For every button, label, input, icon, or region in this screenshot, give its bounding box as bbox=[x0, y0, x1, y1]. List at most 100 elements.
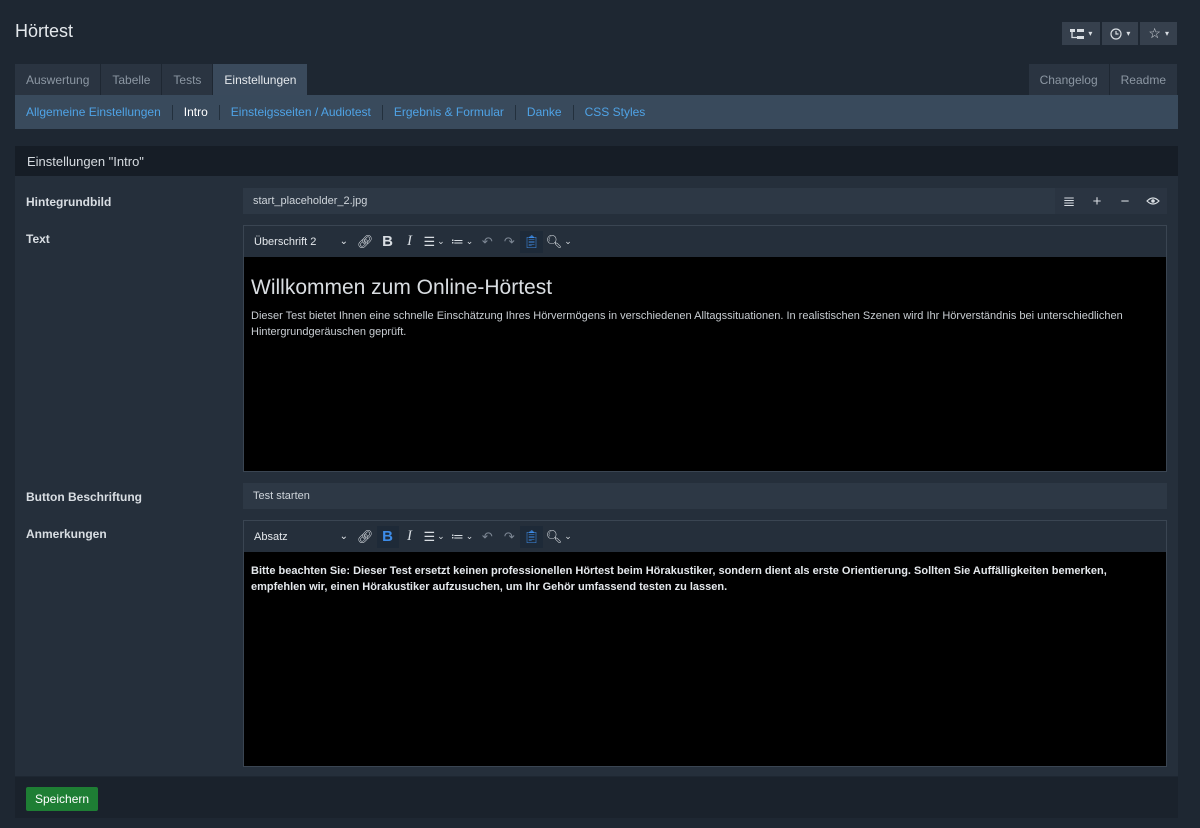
chevron-down-icon: ⌄ bbox=[437, 236, 445, 246]
sitemap-icon bbox=[1070, 28, 1085, 39]
format-select[interactable]: Überschrift 2 ⌄ bbox=[254, 236, 354, 248]
numbered-list-button[interactable]: ≔ ⌄ bbox=[448, 526, 477, 548]
chevron-down-icon: ▾ bbox=[1164, 29, 1169, 38]
tab-tests[interactable]: Tests bbox=[162, 64, 214, 95]
find-replace-button[interactable]: 🔍︎ ⌄ bbox=[543, 231, 575, 253]
tab-readme[interactable]: Readme bbox=[1109, 64, 1178, 95]
undo-button[interactable]: ↶ bbox=[476, 231, 498, 253]
add-image-button[interactable]: + bbox=[1083, 188, 1111, 214]
find-replace-button[interactable]: 🔍︎ ⌄ bbox=[543, 526, 575, 548]
undo-icon: ↶ bbox=[481, 528, 493, 544]
chevron-down-icon: ⌄ bbox=[465, 236, 474, 246]
italic-button[interactable]: I bbox=[399, 231, 421, 253]
tab-auswertung[interactable]: Auswertung bbox=[15, 64, 102, 95]
bold-icon: B bbox=[382, 233, 393, 250]
bullet-list-button[interactable]: ☰ ⌄ bbox=[421, 231, 448, 253]
tab-einstellungen[interactable]: Einstellungen bbox=[213, 64, 309, 95]
redo-icon: ↷ bbox=[503, 233, 515, 249]
link-button[interactable]: 🔗︎ bbox=[354, 231, 377, 253]
notes-paragraph: Bitte beachten Sie: Dieser Test ersetzt … bbox=[251, 565, 1107, 593]
preview-image-button[interactable] bbox=[1139, 188, 1167, 214]
link-icon: 🔗︎ bbox=[357, 528, 374, 544]
button-label-input[interactable]: Test starten bbox=[243, 483, 1167, 509]
text-editor-content[interactable]: Willkommen zum Online-Hörtest Dieser Tes… bbox=[244, 257, 1166, 471]
subnav-divider bbox=[514, 104, 516, 120]
subnav-allgemeine-einstellungen[interactable]: Allgemeine Einstellungen bbox=[21, 105, 166, 119]
subnav-css-styles[interactable]: CSS Styles bbox=[580, 105, 651, 119]
bullet-list-icon: ☰ bbox=[423, 233, 436, 249]
notes-editor-toolbar: Absatz ⌄ 🔗︎ B I ☰ ⌄ ≔ ⌄ ↶ ↷ 📋︎ 🔍︎ ⌄ bbox=[244, 521, 1166, 552]
clock-icon bbox=[1110, 27, 1123, 40]
subnav-einsteigsseiten[interactable]: Einsteigsseiten / Audiotest bbox=[226, 105, 376, 119]
bold-icon: B bbox=[382, 528, 393, 545]
bold-button[interactable]: B bbox=[377, 231, 399, 253]
list-button[interactable]: ≣ bbox=[1055, 188, 1083, 214]
italic-icon: I bbox=[407, 233, 413, 249]
image-actions: ≣ + − bbox=[1055, 188, 1167, 214]
bullet-list-icon: ☰ bbox=[423, 528, 436, 544]
redo-button[interactable]: ↷ bbox=[498, 231, 520, 253]
panel-title: Einstellungen "Intro" bbox=[15, 146, 1178, 176]
numbered-list-button[interactable]: ≔ ⌄ bbox=[448, 231, 477, 253]
subnav-divider bbox=[171, 104, 173, 120]
plus-icon: + bbox=[1092, 192, 1102, 210]
panel-footer bbox=[15, 777, 1178, 818]
remove-image-button[interactable]: − bbox=[1111, 188, 1139, 214]
clipboard-icon: 📋︎ bbox=[523, 233, 540, 249]
redo-icon: ↷ bbox=[503, 528, 515, 544]
bullet-list-button[interactable]: ☰ ⌄ bbox=[421, 526, 448, 548]
chevron-down-icon: ⌄ bbox=[564, 531, 572, 541]
star-icon: ☆ bbox=[1148, 25, 1161, 41]
subnav-ergebnis-formular[interactable]: Ergebnis & Formular bbox=[389, 105, 509, 119]
tab-changelog[interactable]: Changelog bbox=[1028, 64, 1110, 95]
subnav-danke[interactable]: Danke bbox=[522, 105, 567, 119]
clipboard-icon: 📋︎ bbox=[523, 528, 540, 544]
numbered-list-icon: ≔ bbox=[450, 233, 464, 249]
page-title: Hörtest bbox=[15, 21, 74, 41]
background-image-field[interactable]: start_placeholder_2.jpg ≣ + − bbox=[243, 188, 1167, 214]
notes-editor: Absatz ⌄ 🔗︎ B I ☰ ⌄ ≔ ⌄ ↶ ↷ 📋︎ 🔍︎ ⌄ Bitte b… bbox=[243, 520, 1167, 767]
format-select[interactable]: Absatz ⌄ bbox=[254, 531, 354, 543]
eye-icon bbox=[1146, 197, 1160, 205]
link-icon: 🔗︎ bbox=[357, 233, 374, 249]
numbered-list-icon: ≔ bbox=[450, 528, 464, 544]
save-button[interactable]: Speichern bbox=[26, 787, 99, 811]
undo-button[interactable]: ↶ bbox=[476, 526, 498, 548]
subnav-divider bbox=[572, 104, 574, 120]
favorites-menu-button[interactable]: ☆ ▾ bbox=[1139, 21, 1178, 46]
italic-button[interactable]: I bbox=[399, 526, 421, 548]
button-label-label: Button Beschriftung bbox=[26, 490, 142, 504]
link-button[interactable]: 🔗︎ bbox=[354, 526, 377, 548]
main-tabs: Auswertung Tabelle Tests Einstellungen C… bbox=[15, 64, 1178, 95]
structure-menu-button[interactable]: ▾ bbox=[1061, 21, 1102, 46]
notes-editor-content[interactable]: Bitte beachten Sie: Dieser Test ersetzt … bbox=[244, 552, 1166, 766]
text-editor-toolbar: Überschrift 2 ⌄ 🔗︎ B I ☰ ⌄ ≔ ⌄ ↶ ↷ 📋︎ 🔍︎ ⌄ bbox=[244, 226, 1166, 257]
background-image-value: start_placeholder_2.jpg bbox=[253, 195, 368, 207]
subnav-intro[interactable]: Intro bbox=[179, 105, 213, 119]
settings-subnav: Allgemeine Einstellungen Intro Einsteigs… bbox=[15, 95, 1178, 129]
paste-button[interactable]: 📋︎ bbox=[520, 525, 543, 548]
list-icon: ≣ bbox=[1062, 193, 1076, 210]
intro-paragraph: Dieser Test bietet Ihnen eine schnelle E… bbox=[251, 310, 1123, 338]
chevron-down-icon: ⌄ bbox=[437, 531, 445, 541]
minus-icon: − bbox=[1120, 192, 1130, 210]
chevron-down-icon: ⌄ bbox=[465, 531, 474, 541]
chevron-down-icon: ⌄ bbox=[339, 531, 348, 542]
chevron-down-icon: ⌄ bbox=[339, 236, 348, 247]
bold-button[interactable]: B bbox=[376, 525, 399, 548]
chevron-down-icon: ▾ bbox=[1126, 29, 1131, 38]
undo-icon: ↶ bbox=[481, 233, 493, 249]
history-menu-button[interactable]: ▾ bbox=[1101, 21, 1140, 46]
paste-button[interactable]: 📋︎ bbox=[520, 230, 543, 253]
redo-button[interactable]: ↷ bbox=[498, 526, 520, 548]
chevron-down-icon: ⌄ bbox=[564, 236, 572, 246]
background-image-label: Hintegrundbild bbox=[26, 195, 112, 209]
search-replace-icon: 🔍︎ bbox=[545, 233, 563, 249]
format-select-value: Überschrift 2 bbox=[254, 235, 317, 248]
chevron-down-icon: ▾ bbox=[1088, 29, 1093, 38]
intro-heading: Willkommen zum Online-Hörtest bbox=[251, 276, 553, 299]
tab-tabelle[interactable]: Tabelle bbox=[101, 64, 163, 95]
header-actions: ▾ ▾ ☆ ▾ bbox=[1061, 21, 1178, 46]
text-label: Text bbox=[26, 232, 50, 246]
subnav-divider bbox=[218, 104, 220, 120]
